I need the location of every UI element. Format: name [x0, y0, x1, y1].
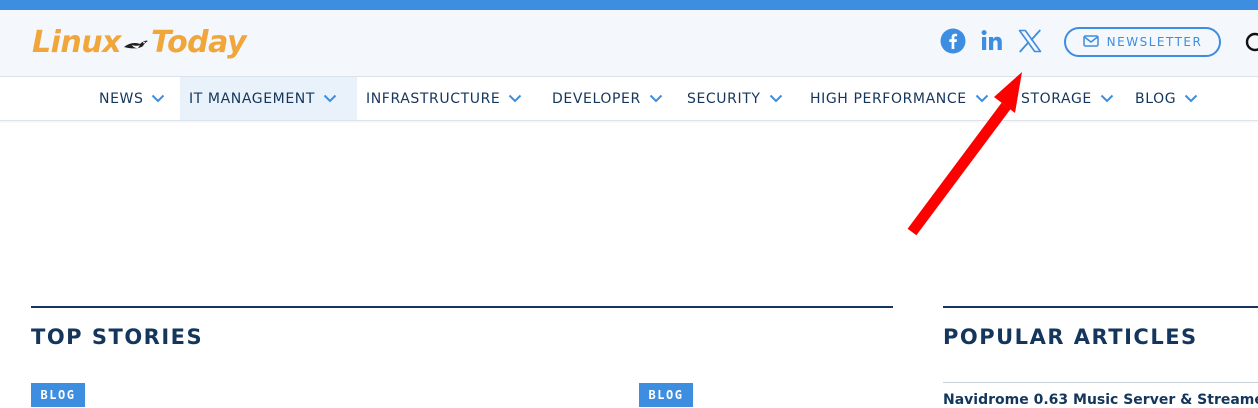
- category-badge-left[interactable]: BLOG: [31, 383, 85, 407]
- nav-item-label: IT MANAGEMENT: [189, 90, 316, 107]
- site-header: Linux Today NEWSLETTER: [0, 10, 1258, 77]
- search-icon: [1244, 32, 1258, 60]
- logo-text-linux: Linux: [32, 25, 121, 60]
- penguin-bird-icon: [123, 25, 149, 63]
- nav-item-it-management[interactable]: IT MANAGEMENT: [180, 77, 357, 120]
- top-stories-rule: [31, 306, 893, 308]
- top-accent-bar: [0, 0, 1258, 10]
- nav-item-news[interactable]: NEWS: [91, 77, 175, 120]
- x-icon: [1017, 29, 1043, 58]
- newsletter-button[interactable]: NEWSLETTER: [1064, 27, 1221, 57]
- logo-text-today: Today: [150, 25, 247, 60]
- nav-item-high-performance[interactable]: HIGH PERFORMANCE: [801, 77, 1006, 120]
- top-stories-heading: TOP STORIES: [31, 325, 204, 349]
- linkedin-link[interactable]: [980, 28, 1004, 58]
- nav-item-label: BLOG: [1135, 90, 1177, 107]
- nav-item-label: NEWS: [99, 90, 144, 107]
- site-logo[interactable]: Linux Today: [32, 24, 247, 63]
- chevron-down-icon: [649, 91, 663, 107]
- nav-item-label: DEVELOPER: [552, 90, 641, 107]
- chevron-down-icon: [151, 91, 165, 107]
- nav-item-storage[interactable]: STORAGE: [1012, 77, 1124, 120]
- x-twitter-link[interactable]: [1017, 28, 1043, 58]
- chevron-down-icon: [1100, 91, 1114, 107]
- chevron-down-icon: [1184, 91, 1198, 107]
- main-navigation: NEWS IT MANAGEMENT INFRASTRUCTURE DEVELO…: [0, 77, 1258, 121]
- chevron-down-icon: [975, 91, 989, 107]
- facebook-icon: [940, 28, 966, 58]
- nav-item-infrastructure[interactable]: INFRASTRUCTURE: [357, 77, 537, 120]
- nav-item-label: SECURITY: [687, 90, 761, 107]
- nav-item-developer[interactable]: DEVELOPER: [543, 77, 673, 120]
- chevron-down-icon: [323, 91, 337, 107]
- chevron-down-icon: [508, 91, 522, 107]
- category-badge-right[interactable]: BLOG: [639, 383, 693, 407]
- nav-item-blog[interactable]: BLOG: [1126, 77, 1206, 120]
- popular-articles-heading: POPULAR ARTICLES: [943, 325, 1198, 349]
- search-button[interactable]: [1244, 32, 1258, 60]
- popular-articles-rule: [943, 306, 1258, 308]
- popular-article-link[interactable]: Navidrome 0.63 Music Server & Streamer: [943, 392, 1258, 408]
- mail-icon: [1082, 34, 1099, 50]
- chevron-down-icon: [769, 91, 783, 107]
- nav-item-security[interactable]: SECURITY: [678, 77, 798, 120]
- newsletter-label: NEWSLETTER: [1106, 35, 1203, 49]
- facebook-link[interactable]: [940, 28, 966, 58]
- nav-item-label: HIGH PERFORMANCE: [810, 90, 967, 107]
- nav-item-label: INFRASTRUCTURE: [366, 90, 501, 107]
- popular-divider: [943, 382, 1258, 383]
- nav-item-label: STORAGE: [1021, 90, 1092, 107]
- linkedin-icon: [980, 30, 1004, 58]
